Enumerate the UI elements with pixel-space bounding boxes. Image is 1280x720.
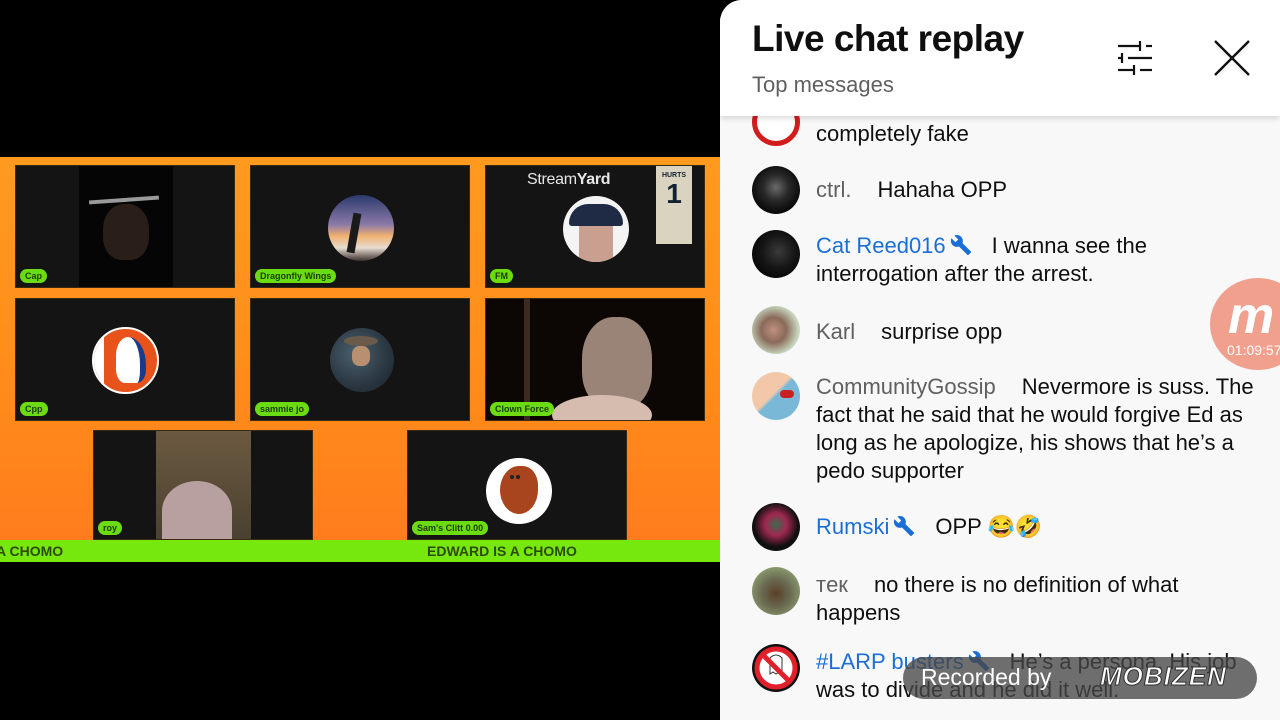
bronco-shape [116,337,146,383]
participant-tile-clown-force: Clown Force [485,298,705,421]
participant-name-tag: Sam's Clitt 0.00 [412,521,489,535]
camera-feed [79,166,173,287]
participant-avatar [563,196,629,262]
cat-avatar-icon[interactable] [752,230,800,278]
participant-name-tag: sammie jo [255,402,310,416]
participant-name-tag: Clown Force [490,402,555,416]
message-body: тeк no there is no definition of what hap… [816,571,1256,627]
participant-tile-dragonfly-wings: Dragonfly Wings [250,165,470,288]
news-ticker: A CHOMO EDWARD IS A CHOMO [0,540,720,562]
man-avatar-icon[interactable] [752,306,800,354]
participant-tile-fm: StreamYard HURTS 1 FM [485,165,705,288]
face-shape [579,226,613,262]
message-text: no there is no definition of what happen… [816,572,1179,625]
participant-tile-roy: roy [93,430,313,540]
message-body: Karl surprise opp [816,318,1256,346]
participant-tile-sammie-jo: sammie jo [250,298,470,421]
message-author[interactable]: Rumski [816,514,915,539]
mobizen-logo-icon: m [1228,287,1275,345]
cthulhu-avatar-icon[interactable] [752,567,800,615]
recorded-by-watermark: Recorded by MOBIZEN [903,657,1257,699]
jersey-decoration: HURTS 1 [656,166,692,244]
ticker-text: A CHOMO [0,543,64,559]
message-text: surprise opp [881,319,1003,344]
participant-tile-cap: Cap [15,165,235,288]
gossip-avatar-icon[interactable] [752,372,800,420]
ticker-text: EDWARD IS A CHOMO [427,543,577,559]
participant-name-tag: FM [490,269,513,283]
participant-avatar [92,327,159,394]
message-body: completely fake [816,120,1256,148]
message-author[interactable]: Cat Reed016 [816,233,972,258]
message-text: completely fake [816,121,969,146]
no-ghost-icon [754,646,798,690]
message-author[interactable]: ctrl. [816,177,851,202]
message-author[interactable]: Karl [816,319,855,344]
message-body: CommunityGossip Nevermore is suss. The fa… [816,373,1256,485]
participant-avatar [330,328,394,392]
recording-timer: 01:09:57 [1227,342,1280,358]
screen: Cap Dragonfly Wings StreamYard HURTS 1 F… [0,0,1280,720]
eye-dot [510,475,514,479]
ghostbusters-avatar-icon[interactable] [752,644,800,692]
message-body: Rumski OPP 😂🤣 [816,513,1256,541]
participant-tile-cpp: Cpp [15,298,235,421]
lips-shape [780,390,794,398]
mobizen-brand: MOBIZEN [1100,661,1227,692]
participant-name-tag: Dragonfly Wings [255,269,337,283]
chat-mode-dropdown[interactable]: Top messages [752,72,894,98]
participant-avatar [328,195,394,261]
tune-icon[interactable] [1114,36,1158,80]
participant-name-tag: roy [98,521,123,535]
silhouette-shape [346,212,362,254]
head-shape [162,481,232,539]
jersey-number: 1 [666,178,682,209]
camera-feed [156,431,251,539]
message-body: Cat Reed016 I wanna see the interrogation… [816,232,1256,288]
close-icon[interactable] [1210,36,1254,80]
mask-avatar-icon[interactable] [752,166,800,214]
message-author[interactable]: CommunityGossip [816,374,996,399]
bean-shape [500,466,538,514]
stripe-shape [94,329,104,392]
eye-dot [516,475,520,479]
live-chat-panel: Live chat replay Top messages completely… [720,0,1280,720]
message-text: OPP 😂🤣 [935,514,1043,539]
message-author[interactable]: тeк [816,572,848,597]
message-text: Hahaha OPP [877,177,1008,202]
skull-avatar-icon[interactable] [752,503,800,551]
moderator-wrench-icon [950,235,971,256]
participant-name-tag: Cap [20,269,48,283]
moderator-wrench-icon [894,516,915,537]
chat-title: Live chat replay [752,18,1024,59]
stream-video[interactable]: Cap Dragonfly Wings StreamYard HURTS 1 F… [0,157,720,562]
streamyard-watermark: StreamYard [527,171,611,188]
face-shape [103,204,149,260]
face-shape [352,346,370,366]
message-body: ctrl. Hahaha OPP [816,176,1256,204]
chat-header: Live chat replay Top messages [720,0,1280,116]
participant-avatar [486,458,552,524]
recorded-label: Recorded by [921,664,1052,690]
participant-tile-sams-clitt: Sam's Clitt 0.00 [407,430,627,540]
cap-shape [569,204,623,226]
hat-shape [344,336,378,346]
participant-name-tag: Cpp [20,402,48,416]
